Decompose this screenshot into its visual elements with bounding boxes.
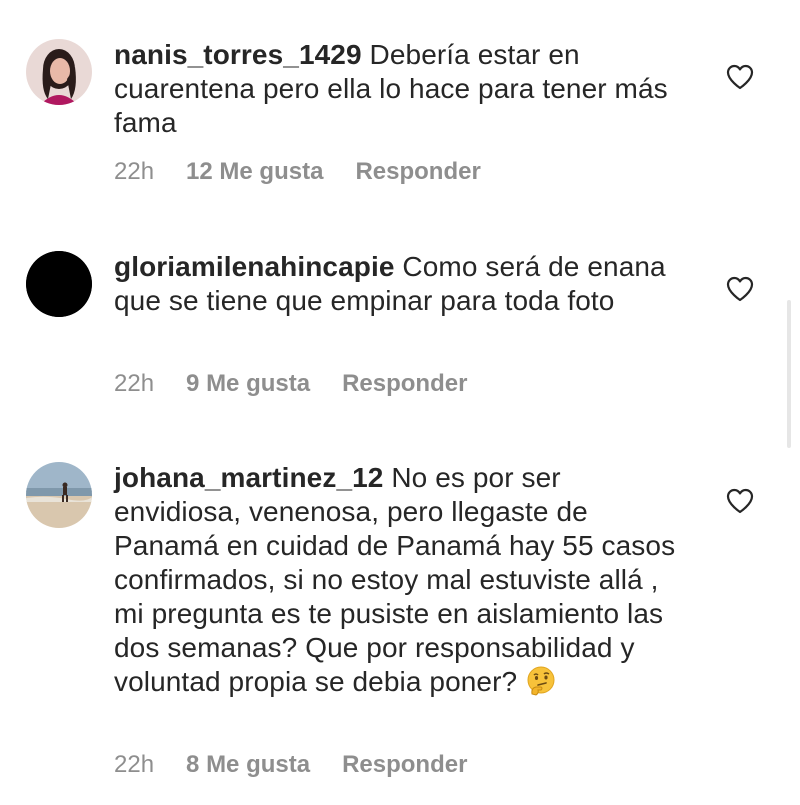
heart-icon[interactable] — [726, 488, 754, 514]
heart-icon[interactable] — [726, 64, 754, 90]
comment-username[interactable]: nanis_torres_1429 — [114, 39, 362, 70]
avatar[interactable] — [26, 462, 92, 528]
comment-meta: 22h 8 Me gusta Responder — [114, 751, 467, 779]
likes-count[interactable]: 8 Me gusta — [186, 751, 310, 778]
likes-count[interactable]: 12 Me gusta — [186, 158, 323, 185]
avatar[interactable] — [26, 39, 92, 105]
beach-photo-icon — [26, 462, 92, 528]
profile-photo-icon — [26, 39, 92, 105]
comment-text-block: nanis_torres_1429 Debería estar en cuare… — [114, 38, 694, 140]
comment-username[interactable]: gloriamilenahincapie — [114, 251, 395, 282]
comment-text-block: johana_martinez_12 No es por ser envidio… — [114, 461, 694, 699]
comment-username[interactable]: johana_martinez_12 — [114, 462, 383, 493]
black-avatar-icon — [26, 251, 92, 317]
comment-meta: 22h 12 Me gusta Responder — [114, 158, 481, 186]
heart-icon[interactable] — [726, 276, 754, 302]
comment-time: 22h — [114, 158, 155, 185]
likes-count[interactable]: 9 Me gusta — [186, 370, 310, 397]
avatar[interactable] — [26, 251, 92, 317]
comment-meta: 22h 9 Me gusta Responder — [114, 370, 467, 398]
scrollbar[interactable] — [787, 300, 791, 448]
comment-time: 22h — [114, 751, 155, 778]
reply-button[interactable]: Responder — [342, 751, 467, 778]
reply-button[interactable]: Responder — [342, 370, 467, 397]
reply-button[interactable]: Responder — [355, 158, 480, 185]
thinking-face-emoji-icon — [527, 666, 555, 696]
comment-body: No es por ser envidiosa, venenosa, pero … — [114, 462, 676, 697]
comment-time: 22h — [114, 370, 155, 397]
comment-text-block: gloriamilenahincapie Como será de enana … — [114, 250, 694, 318]
